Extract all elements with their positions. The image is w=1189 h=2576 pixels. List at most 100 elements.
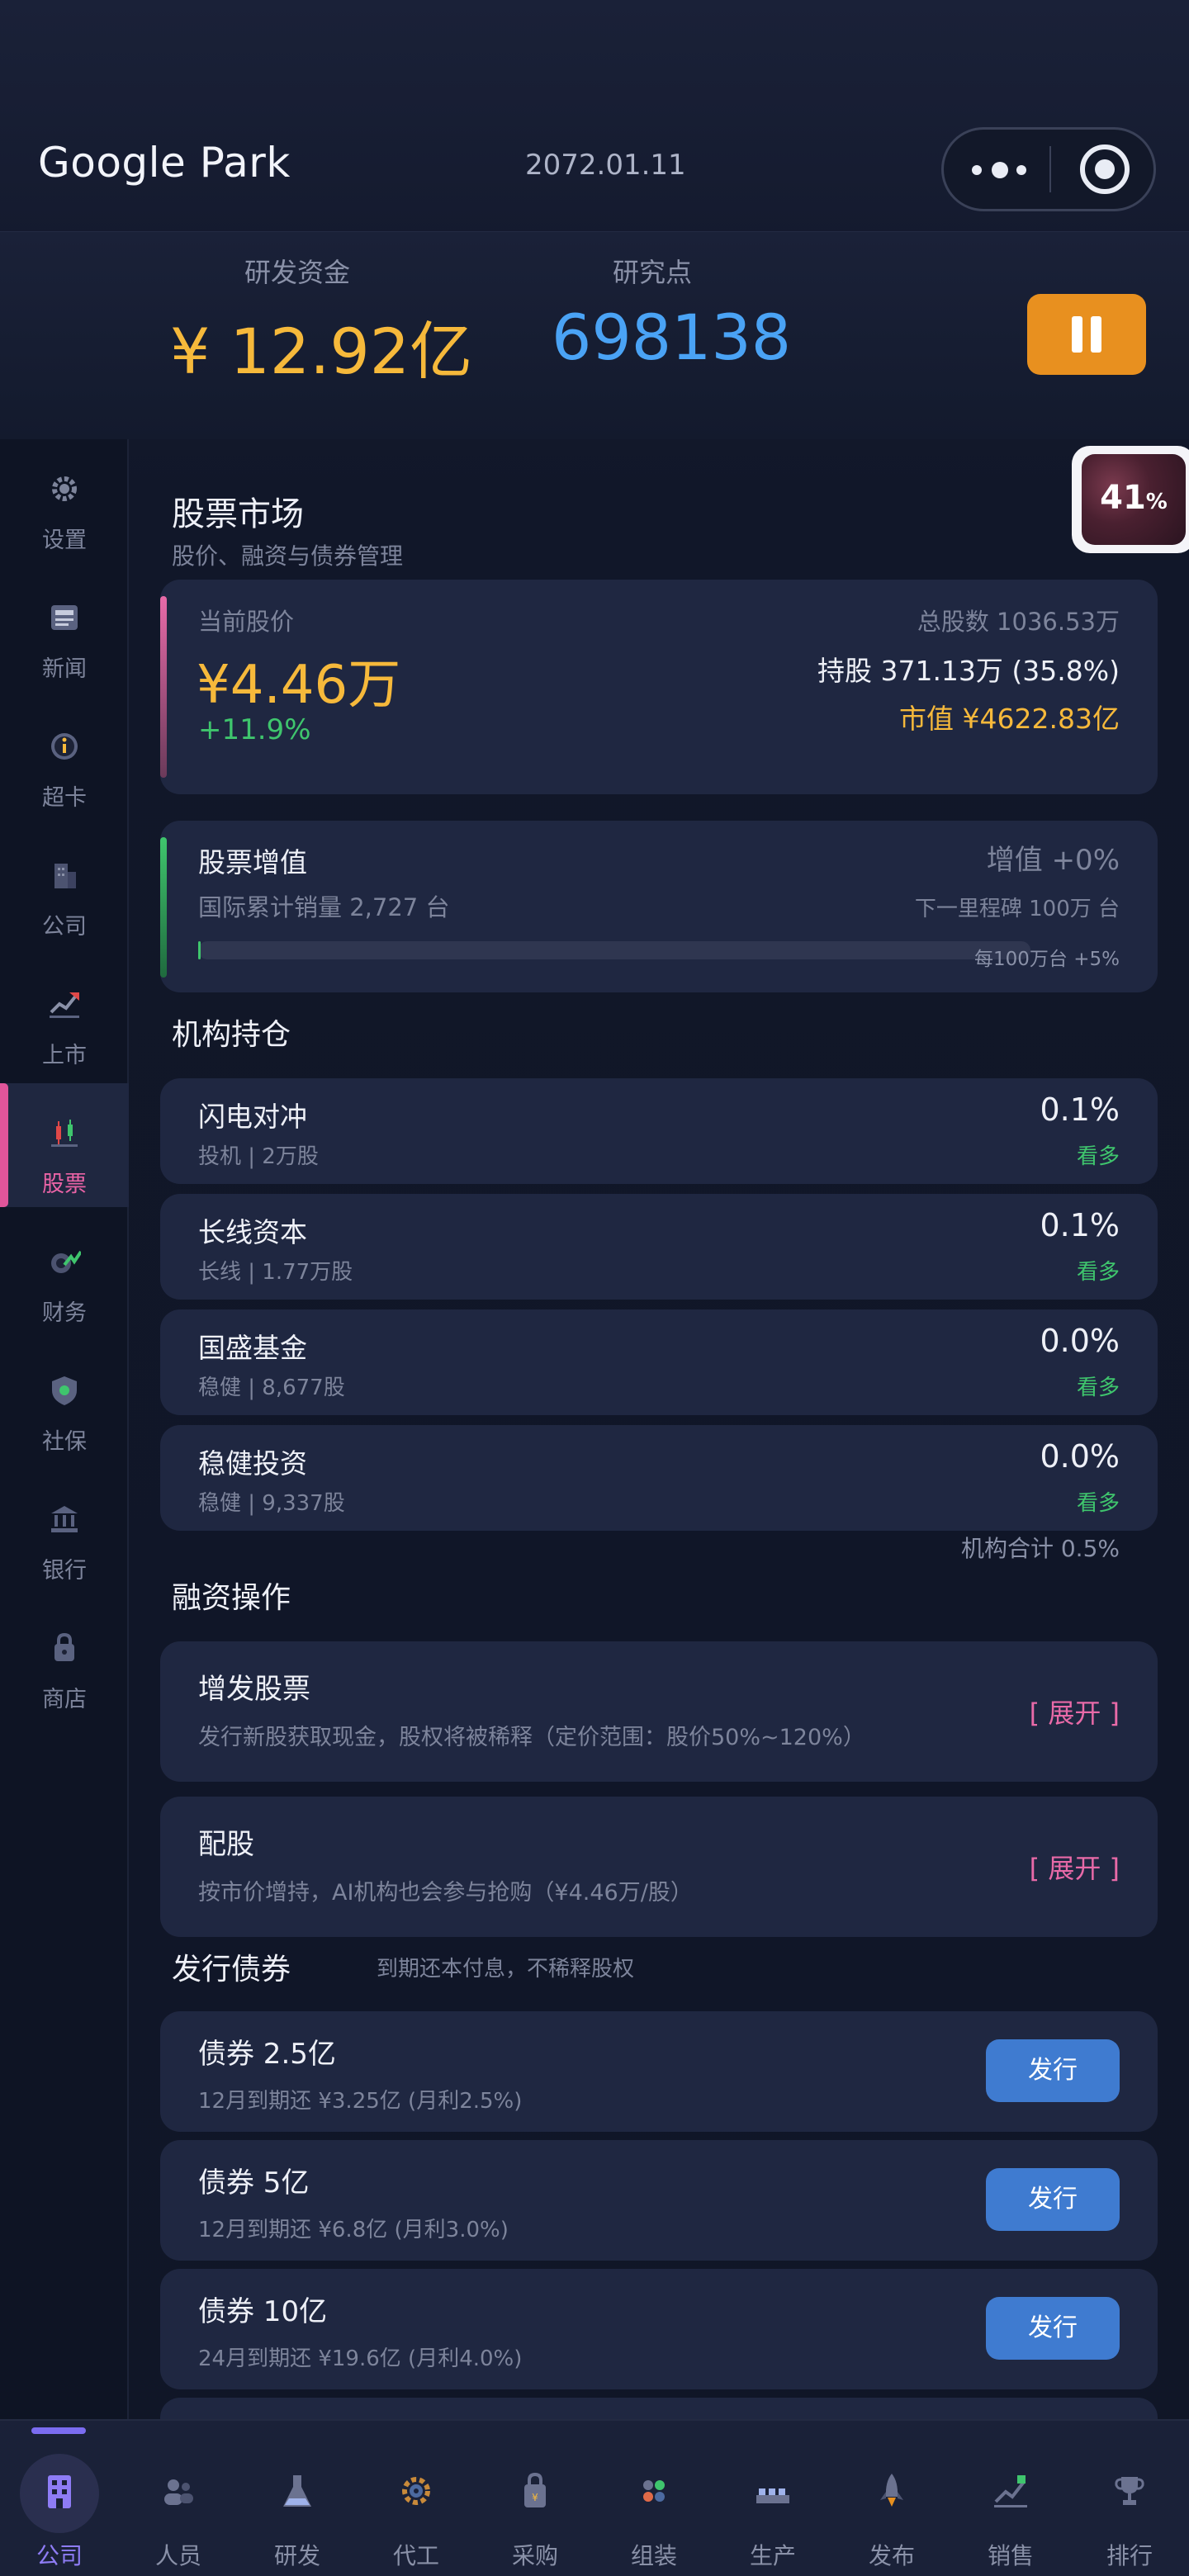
accent-bar — [160, 596, 167, 778]
section-title-stock-market: 股票市场 — [172, 495, 304, 533]
institution-detail: 长线 | 1.77万股 — [198, 1260, 353, 1285]
section-subtitle-stock-market: 股价、融资与债券管理 — [172, 542, 404, 570]
building-icon — [54, 864, 76, 888]
stock-appreciation-card: 股票增值 增值 +0% 国际累计销量 2,727 台 下一里程碑 100万 台 … — [160, 821, 1158, 992]
trophy-icon — [1115, 2477, 1144, 2505]
tab-sales[interactable]: 销售 — [951, 2421, 1070, 2576]
research-points-label: 研究点 — [613, 257, 693, 288]
finance-icon — [51, 1250, 81, 1273]
bond-desc: 12月到期还 ¥6.8亿 (月利3.0%) — [198, 2218, 509, 2242]
institution-pct: 0.1% — [1040, 1207, 1120, 1243]
accent-bar — [160, 837, 167, 978]
institution-pct: 0.0% — [1040, 1323, 1120, 1359]
funds-label: 研发资金 — [244, 257, 351, 288]
institution-detail: 稳健 | 9,337股 — [198, 1491, 345, 1516]
pause-icon — [1072, 316, 1082, 353]
sidebar-item-news[interactable]: 新闻 — [0, 568, 129, 692]
expand-button[interactable]: [ 展开 ] — [1030, 1693, 1120, 1731]
pause-button[interactable] — [1027, 294, 1146, 375]
trend-up-icon — [50, 992, 79, 1018]
app-title: Google Park — [38, 139, 291, 187]
game-date: 2072.01.11 — [525, 149, 686, 182]
tab-staff[interactable]: 人员 — [119, 2421, 238, 2576]
sidebar-item-label: 社保 — [42, 1429, 87, 1455]
tab-research[interactable]: 研发 — [238, 2421, 357, 2576]
mini-program-capsule — [941, 127, 1156, 211]
institution-row[interactable]: 国盛基金 稳健 | 8,677股 0.0% 看多 — [160, 1309, 1158, 1415]
tab-launch[interactable]: 发布 — [832, 2421, 951, 2576]
funds-value: ¥ 12.92亿 — [170, 315, 473, 388]
sidebar-item-finance[interactable]: 财务 — [0, 1212, 129, 1336]
sidebar-item-settings[interactable]: 设置 — [0, 439, 129, 563]
bond-card: 债券 10亿 24月到期还 ¥19.6亿 (月利4.0%) 发行 — [160, 2269, 1158, 2389]
bond-name: 债券 10亿 — [198, 2295, 328, 2328]
app-page: Google Park 2072.01.11 研发资金 研究点 ¥ 12.92亿… — [0, 0, 1189, 2576]
tab-label: 人员 — [154, 2542, 201, 2569]
shield-icon — [52, 1376, 77, 1405]
issue-bond-button[interactable]: 发行 — [986, 2039, 1120, 2102]
rocket-icon — [880, 2474, 903, 2507]
bond-name: 债券 2.5亿 — [198, 2038, 336, 2071]
research-points-value: 698138 — [552, 301, 792, 374]
section-title-bonds: 发行债券 — [172, 1953, 291, 1986]
financing-desc: 发行新股获取现金，股权将被稀释（定价范围：股价50%~120%） — [198, 1725, 865, 1750]
tab-assembly[interactable]: 组装 — [594, 2421, 713, 2576]
institution-stance: 看多 — [1076, 1144, 1120, 1169]
institution-name: 闪电对冲 — [198, 1101, 307, 1133]
price-label: 当前股价 — [198, 608, 295, 636]
sidebar-item-label: 公司 — [42, 914, 87, 940]
tab-production[interactable]: 生产 — [713, 2421, 832, 2576]
sidebar-item-shop[interactable]: 商店 — [0, 1598, 129, 1722]
sidebar-item-label: 商店 — [42, 1687, 87, 1712]
close-target-icon[interactable] — [1080, 144, 1130, 194]
issue-bond-button[interactable]: 发行 — [986, 2297, 1120, 2360]
sidebar-item-label: 财务 — [42, 1300, 87, 1326]
sidebar-item-listing[interactable]: 上市 — [0, 954, 129, 1078]
tab-ranking[interactable]: 排行 — [1070, 2421, 1189, 2576]
info-icon — [51, 733, 78, 760]
sidebar-item-label: 银行 — [42, 1558, 87, 1584]
tab-label: 销售 — [987, 2542, 1034, 2569]
sidebar-item-label: 超卡 — [42, 785, 87, 811]
issue-bond-button[interactable]: 发行 — [986, 2168, 1120, 2231]
institution-row[interactable]: 闪电对冲 投机 | 2万股 0.1% 看多 — [160, 1078, 1158, 1184]
factory-icon — [756, 2488, 789, 2503]
sidebar-item-label: 上市 — [42, 1043, 87, 1068]
financing-card-issue-shares: 增发股票 发行新股获取现金，股权将被稀释（定价范围：股价50%~120%） [ … — [160, 1641, 1158, 1782]
tab-oem[interactable]: 代工 — [357, 2421, 476, 2576]
tab-company[interactable]: 公司 — [0, 2421, 119, 2576]
sidebar-item-bank[interactable]: 银行 — [0, 1470, 129, 1593]
avatar-progress-text: 41% — [1100, 479, 1168, 517]
stock-price-card: 当前股价 ¥4.46万 +11.9% 总股数 1036.53万 持股 371.1… — [160, 580, 1158, 794]
components-icon — [643, 2480, 665, 2502]
institution-pct: 0.1% — [1040, 1091, 1120, 1128]
institution-row[interactable]: 长线资本 长线 | 1.77万股 0.1% 看多 — [160, 1194, 1158, 1300]
tab-label: 生产 — [749, 2542, 796, 2569]
lock-bag-icon — [54, 1632, 74, 1661]
sidebar-item-stocks[interactable]: 股票 — [0, 1083, 129, 1207]
financing-name: 增发股票 — [198, 1673, 310, 1706]
institution-row[interactable]: 稳健投资 稳健 | 9,337股 0.0% 看多 — [160, 1425, 1158, 1531]
sidebar-item-company[interactable]: 公司 — [0, 826, 129, 949]
financing-desc: 按市价增持，AI机构也会参与抢购（¥4.46万/股） — [198, 1880, 693, 1906]
shopping-bag-icon: ¥ — [524, 2472, 546, 2507]
appreciation-title: 股票增值 — [198, 846, 307, 878]
institution-name: 稳健投资 — [198, 1447, 307, 1480]
tab-label: 公司 — [36, 2542, 83, 2569]
financing-name: 配股 — [198, 1828, 254, 1861]
header: Google Park 2072.01.11 — [0, 0, 1189, 231]
bond-desc: 12月到期还 ¥3.25亿 (月利2.5%) — [198, 2089, 523, 2114]
bond-desc: 24月到期还 ¥19.6亿 (月利4.0%) — [198, 2346, 523, 2371]
expand-button[interactable]: [ 展开 ] — [1030, 1848, 1120, 1886]
total-shares: 总股数 1036.53万 — [917, 608, 1120, 636]
newspaper-icon — [51, 605, 78, 630]
avatar-progress-badge[interactable]: 41% — [1072, 446, 1189, 553]
institution-stance: 看多 — [1076, 1260, 1120, 1285]
tab-procurement[interactable]: ¥ 采购 — [476, 2421, 594, 2576]
people-icon — [164, 2479, 193, 2505]
financing-card-rights-issue: 配股 按市价增持，AI机构也会参与抢购（¥4.46万/股） [ 展开 ] — [160, 1797, 1158, 1937]
sidebar-item-social-security[interactable]: 社保 — [0, 1341, 129, 1465]
sidebar-item-supercard[interactable]: 超卡 — [0, 697, 129, 821]
more-icon[interactable] — [972, 159, 1030, 181]
milestone-progress-bar — [198, 941, 1030, 959]
